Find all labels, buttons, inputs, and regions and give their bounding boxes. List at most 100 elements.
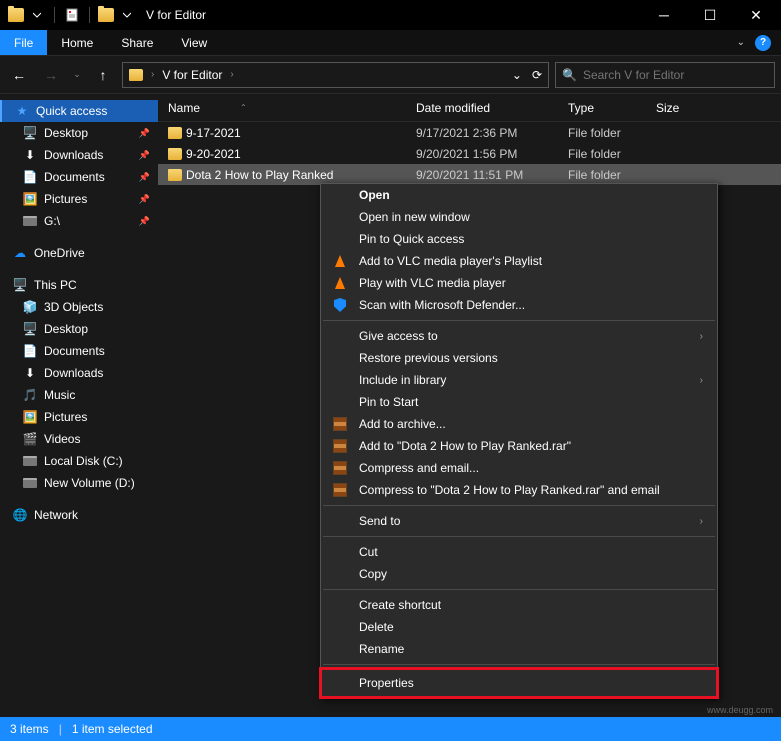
ribbon: File Home Share View ⌄ ? — [0, 30, 781, 56]
search-box[interactable]: 🔍 — [555, 62, 775, 88]
properties-qat-icon[interactable] — [63, 6, 81, 24]
vlc-icon — [331, 255, 349, 267]
sidebar-item-pictures2[interactable]: 🖼️ Pictures — [0, 406, 158, 428]
search-input[interactable] — [583, 68, 768, 82]
tab-home[interactable]: Home — [47, 30, 107, 55]
maximize-button[interactable]: ☐ — [687, 0, 733, 30]
back-button[interactable]: ← — [6, 62, 32, 88]
menu-include-library[interactable]: Include in library› — [321, 369, 717, 391]
sidebar-item-network[interactable]: 🌐Network — [0, 504, 158, 526]
menu-add-rar[interactable]: Add to "Dota 2 How to Play Ranked.rar" — [321, 435, 717, 457]
menu-open[interactable]: Open — [321, 184, 717, 206]
column-size[interactable]: Size — [656, 101, 716, 115]
file-row[interactable]: Dota 2 How to Play Ranked 9/20/2021 11:5… — [158, 164, 781, 185]
pictures-icon: 🖼️ — [22, 409, 38, 425]
address-bar[interactable]: › V for Editor › ⌄ ⟳ — [122, 62, 549, 88]
file-row[interactable]: 9-20-2021 9/20/2021 1:56 PM File folder — [158, 143, 781, 164]
tab-share[interactable]: Share — [107, 30, 167, 55]
chevron-right-icon[interactable]: › — [151, 69, 154, 80]
menu-give-access[interactable]: Give access to› — [321, 325, 717, 347]
menu-delete[interactable]: Delete — [321, 616, 717, 638]
sidebar-item-this-pc[interactable]: 🖥️This PC — [0, 274, 158, 296]
close-button[interactable]: ✕ — [733, 0, 779, 30]
sidebar-item-videos[interactable]: 🎬Videos — [0, 428, 158, 450]
menu-compress-email[interactable]: Compress and email... — [321, 457, 717, 479]
separator — [323, 320, 715, 321]
sidebar-item-3dobjects[interactable]: 🧊3D Objects — [0, 296, 158, 318]
menu-properties[interactable]: Properties — [321, 669, 717, 697]
column-name[interactable]: Name⌃ — [168, 101, 416, 115]
sidebar-label: Desktop — [44, 126, 88, 140]
sidebar-item-music[interactable]: 🎵Music — [0, 384, 158, 406]
sidebar-item-localdisk[interactable]: Local Disk (C:) — [0, 450, 158, 472]
menu-rename[interactable]: Rename — [321, 638, 717, 660]
breadcrumb-item[interactable]: V for Editor — [162, 68, 222, 82]
recent-dropdown[interactable]: ⌄ — [70, 62, 84, 88]
menu-compress-rar-email[interactable]: Compress to "Dota 2 How to Play Ranked.r… — [321, 479, 717, 501]
column-date[interactable]: Date modified — [416, 101, 568, 115]
menu-pin-start[interactable]: Pin to Start — [321, 391, 717, 413]
refresh-icon[interactable]: ⟳ — [532, 68, 542, 82]
menu-vlc-play[interactable]: Play with VLC media player — [321, 272, 717, 294]
folder-icon — [168, 127, 186, 139]
file-row[interactable]: 9-17-2021 9/17/2021 2:36 PM File folder — [158, 122, 781, 143]
pictures-icon: 🖼️ — [22, 191, 38, 207]
sidebar-label: Pictures — [44, 192, 87, 206]
sidebar-label: This PC — [34, 278, 77, 292]
folder-icon — [129, 69, 143, 81]
sidebar-item-documents[interactable]: 📄Documents📌 — [0, 166, 158, 188]
ribbon-chevron-icon[interactable]: ⌄ — [737, 37, 745, 48]
menu-open-new-window[interactable]: Open in new window — [321, 206, 717, 228]
menu-restore-versions[interactable]: Restore previous versions — [321, 347, 717, 369]
sidebar-item-downloads2[interactable]: ⬇ Downloads — [0, 362, 158, 384]
sidebar-item-quick-access[interactable]: ★Quick access — [0, 100, 158, 122]
pin-icon: 📌 — [139, 172, 150, 183]
menu-add-archive[interactable]: Add to archive... — [321, 413, 717, 435]
sidebar-item-gdrive[interactable]: G:\📌 — [0, 210, 158, 232]
help-icon[interactable]: ? — [755, 35, 771, 51]
sidebar-item-desktop2[interactable]: 🖥️Desktop — [0, 318, 158, 340]
menu-cut[interactable]: Cut — [321, 541, 717, 563]
sidebar-label: Downloads — [44, 148, 103, 162]
separator — [323, 505, 715, 506]
menu-create-shortcut[interactable]: Create shortcut — [321, 594, 717, 616]
folder-icon — [168, 169, 186, 181]
sidebar-item-documents2[interactable]: 📄Documents — [0, 340, 158, 362]
menu-pin-quick-access[interactable]: Pin to Quick access — [321, 228, 717, 250]
folder-icon — [8, 8, 24, 22]
address-dropdown-icon[interactable]: ⌄ — [512, 68, 522, 82]
sidebar-item-desktop[interactable]: 🖥️ Desktop 📌 — [0, 122, 158, 144]
tab-file[interactable]: File — [0, 30, 47, 55]
separator: | — [59, 722, 62, 736]
file-date: 9/20/2021 11:51 PM — [416, 168, 568, 182]
menu-defender-scan[interactable]: Scan with Microsoft Defender... — [321, 294, 717, 316]
sidebar-label: Downloads — [44, 366, 103, 380]
column-type[interactable]: Type — [568, 101, 656, 115]
minimize-button[interactable]: ─ — [641, 0, 687, 30]
downloads-icon: ⬇ — [22, 365, 38, 381]
search-icon: 🔍 — [562, 68, 577, 82]
menu-vlc-playlist[interactable]: Add to VLC media player's Playlist — [321, 250, 717, 272]
tab-view[interactable]: View — [167, 30, 221, 55]
qat-dropdown[interactable] — [118, 6, 136, 24]
sidebar-label: Pictures — [44, 410, 87, 424]
file-type: File folder — [568, 168, 656, 182]
desktop-icon: 🖥️ — [22, 125, 38, 141]
sidebar-item-downloads[interactable]: ⬇Downloads📌 — [0, 144, 158, 166]
window-title: V for Editor — [146, 8, 641, 22]
rar-icon — [331, 439, 349, 453]
up-button[interactable]: ↑ — [90, 62, 116, 88]
folder-icon — [168, 148, 186, 160]
sidebar-item-onedrive[interactable]: ☁OneDrive — [0, 242, 158, 264]
qat-dropdown[interactable] — [28, 6, 46, 24]
pin-icon: 📌 — [139, 128, 150, 139]
forward-button[interactable]: → — [38, 62, 64, 88]
drive-icon — [22, 453, 38, 469]
sidebar-label: G:\ — [44, 214, 60, 228]
menu-copy[interactable]: Copy — [321, 563, 717, 585]
menu-send-to[interactable]: Send to› — [321, 510, 717, 532]
sidebar-item-pictures[interactable]: 🖼️Pictures📌 — [0, 188, 158, 210]
downloads-icon: ⬇ — [22, 147, 38, 163]
chevron-right-icon[interactable]: › — [230, 69, 233, 80]
sidebar-item-newvolume[interactable]: New Volume (D:) — [0, 472, 158, 494]
